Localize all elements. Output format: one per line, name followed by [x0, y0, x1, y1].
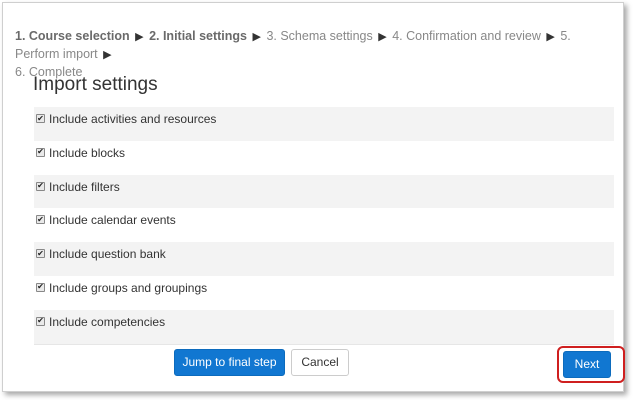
checkbox-blocks[interactable]: ✔	[36, 147, 45, 157]
option-blocks[interactable]: ✔ Include blocks	[34, 141, 614, 175]
checkbox-groups-groupings[interactable]: ✔	[36, 282, 45, 292]
option-label: Include calendar events	[49, 213, 176, 228]
checkbox-filters[interactable]: ✔	[36, 181, 45, 191]
breadcrumb-separator-icon: ▶	[252, 31, 261, 43]
option-label: Include groups and groupings	[49, 280, 208, 295]
section-title: Import settings	[33, 74, 158, 95]
option-label: Include filters	[49, 179, 120, 194]
breadcrumb-separator-icon: ▶	[103, 49, 112, 61]
checkbox-activities-resources[interactable]: ✔	[36, 114, 45, 123]
cancel-button[interactable]: Cancel	[291, 349, 349, 376]
breadcrumb-separator-icon: ▶	[546, 31, 555, 43]
option-competencies[interactable]: ✔ Include competencies	[34, 309, 614, 344]
checkbox-competencies[interactable]: ✔	[36, 316, 45, 326]
option-groups-groupings[interactable]: ✔ Include groups and groupings	[34, 276, 614, 310]
breadcrumb-separator-icon: ▶	[378, 31, 387, 43]
option-calendar-events[interactable]: ✔ Include calendar events	[34, 208, 614, 242]
breadcrumb-step-confirmation: 4. Confirmation and review	[392, 29, 541, 43]
next-button-highlight	[557, 346, 625, 383]
checkbox-calendar-events[interactable]: ✔	[36, 215, 45, 225]
breadcrumb-step-schema-settings: 3. Schema settings	[266, 29, 373, 43]
option-question-bank[interactable]: ✔ Include question bank	[34, 242, 614, 276]
option-label: Include question bank	[49, 247, 166, 262]
checkbox-question-bank[interactable]: ✔	[36, 249, 45, 259]
form-divider	[34, 344, 614, 345]
option-label: Include blocks	[49, 145, 126, 160]
import-options-list: ✔ Include activities and resources ✔ Inc…	[34, 107, 614, 344]
breadcrumb-separator-icon: ▶	[135, 31, 144, 43]
option-activities-resources[interactable]: ✔ Include activities and resources	[34, 107, 614, 141]
breadcrumb-step-course-selection: 1. Course selection	[15, 29, 130, 43]
import-dialog: 1. Course selection ▶ 2. Initial setting…	[2, 2, 625, 392]
jump-to-final-step-button[interactable]: Jump to final step	[174, 349, 285, 376]
option-filters[interactable]: ✔ Include filters	[34, 174, 614, 209]
option-label: Include activities and resources	[49, 112, 217, 126]
breadcrumb-step-initial-settings: 2. Initial settings	[149, 29, 247, 43]
option-label: Include competencies	[49, 314, 166, 329]
